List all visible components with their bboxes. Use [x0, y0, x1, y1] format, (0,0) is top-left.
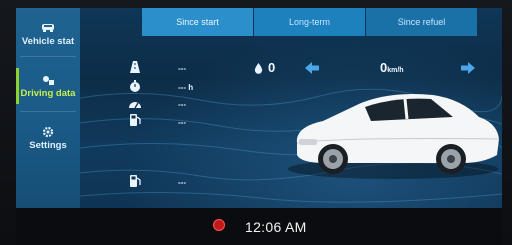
sidebar-item-settings[interactable]: Settings [16, 116, 80, 160]
speed-readout: 0km/h [380, 60, 404, 75]
fuel-readout: 0 [268, 60, 276, 75]
fuel-drop-icon [254, 63, 263, 74]
tab-since-refuel[interactable]: Since refuel [366, 8, 477, 36]
driving-data-panel: Since start Long-term Since refuel --- -… [80, 8, 502, 208]
average-speed-value: --- [178, 100, 186, 109]
duration-value: --- h [178, 83, 193, 92]
trip-tabs: Since start Long-term Since refuel [142, 8, 478, 36]
clock-duration-icon [130, 80, 140, 92]
distance-value: --- [178, 64, 186, 73]
infotainment-screen: Vehicle stat Driving data Settings Since… [16, 8, 502, 208]
tab-label: Long-term [288, 17, 331, 27]
speed-unit: km/h [387, 67, 404, 74]
gear-icon [42, 126, 54, 137]
sidebar-item-label: Settings [29, 139, 67, 151]
car-status-icon [42, 23, 54, 32]
status-bar: 12:06 AM [16, 208, 502, 245]
tab-label: Since refuel [397, 17, 446, 27]
arrow-left-icon[interactable] [305, 62, 319, 74]
duration-unit: h [188, 83, 194, 92]
notification-indicator-icon[interactable] [213, 219, 225, 231]
sidebar: Vehicle stat Driving data Settings [16, 8, 80, 208]
fuel-consumption-icon [130, 114, 141, 126]
clock: 12:06 AM [245, 219, 307, 235]
car-illustration [288, 94, 500, 179]
consumption-value: --- [178, 118, 186, 127]
speed-gauge-icon [129, 102, 141, 109]
tab-since-start[interactable]: Since start [142, 8, 253, 36]
sidebar-item-label: Driving data [20, 87, 76, 99]
sidebar-divider [20, 111, 76, 112]
tab-label: Since start [176, 17, 219, 27]
sidebar-item-driving-data[interactable]: Driving data [16, 64, 80, 108]
tab-long-term[interactable]: Long-term [254, 8, 365, 36]
driving-data-icon [43, 75, 54, 85]
fuel-value: --- [178, 178, 186, 187]
fuel-pump-icon [130, 175, 141, 187]
arrow-right-icon[interactable] [461, 62, 475, 74]
sidebar-divider [20, 56, 76, 57]
sidebar-item-label: Vehicle stat [21, 35, 75, 47]
sidebar-item-vehicle-status[interactable]: Vehicle stat [16, 12, 80, 56]
road-distance-icon [130, 61, 140, 73]
duration-number: --- [178, 83, 186, 92]
